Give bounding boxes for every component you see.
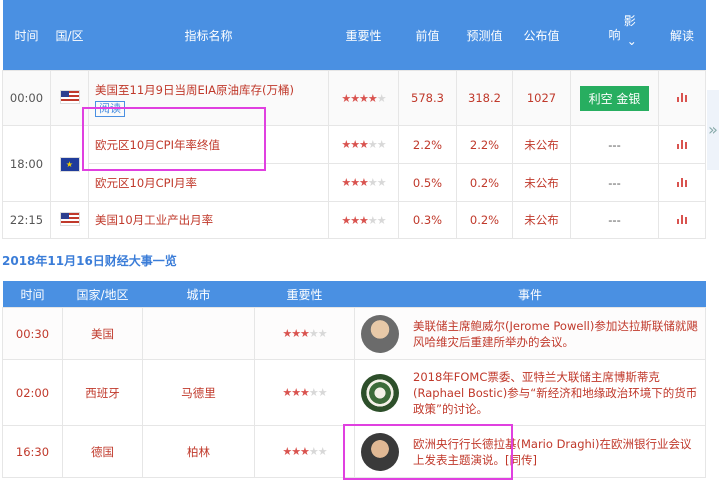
indicator-name[interactable]: 美国至11月9日当周EIA原油库存(万桶) [95,82,328,98]
header-analysis: 解读 [658,0,706,71]
chevron-down-icon[interactable]: ⌄ [627,34,637,48]
indicator-actual: 1027 [512,70,571,126]
event-time: 00:30 [2,307,63,360]
header-country: 国家/地区 [62,281,143,308]
header-name: 指标名称 [88,0,329,71]
indicator-forecast: 2.2% [456,125,513,164]
header-country: 国/区 [50,0,89,71]
indicator-forecast: 318.2 [456,70,513,126]
impact-empty: --- [570,163,659,202]
event-country: 德国 [62,425,143,478]
importance-stars: ★★★★★ [328,125,399,164]
powell-avatar [361,314,399,353]
header-actual: 公布值 [512,0,571,71]
header-time: 时间 [2,0,51,71]
event-city: 马德里 [142,359,255,426]
indicator-previous: 0.3% [398,201,457,239]
indicator-previous: 2.2% [398,125,457,164]
indicator-actual: 未公布 [512,125,571,164]
importance-stars: ★★★★★ [328,163,399,202]
indicator-time: 18:00 [2,125,51,202]
event-text: 2018年FOMC票委、亚特兰大联储主席博斯蒂克(Raphael Bostic)… [413,369,698,416]
events-header-row: 时间 国家/地区 城市 重要性 事件 [2,281,706,308]
bar-chart-icon[interactable] [677,93,687,102]
importance-stars: ★★★★★ [254,425,355,478]
highlight-box [82,107,266,171]
impact-empty: --- [570,125,659,164]
indicator-actual: 未公布 [512,163,571,202]
impact-badge[interactable]: 利空 金银 [579,85,650,111]
indicator-time: 22:15 [2,201,51,239]
event-text: 美联储主席鲍威尔(Jerome Powell)参加达拉斯联储就飓风哈维灾后重建所… [413,318,698,349]
header-importance: 重要性 [254,281,355,308]
header-event: 事件 [354,281,706,308]
header-city: 城市 [142,281,255,308]
next-page-arrow[interactable]: » [707,90,719,170]
header-importance: 重要性 [328,0,399,71]
bar-chart-icon[interactable] [677,215,687,224]
indicator-actual: 未公布 [512,201,571,239]
event-row: 02:00 西班牙 马德里 ★★★★★ 2018年FOMC票委、亚特兰大联储主席… [2,359,706,426]
event-country: 西班牙 [62,359,143,426]
event-time: 16:30 [2,425,63,478]
header-time: 时间 [2,281,63,308]
event-row: 00:30 美国 ★★★★★ 美联储主席鲍威尔(Jerome Powell)参加… [2,307,706,360]
highlight-box [343,424,513,480]
impact-empty: --- [570,201,659,239]
importance-stars: ★★★★★ [254,359,355,426]
events-section-title: 2018年11月16日财经大事一览 [2,254,177,268]
us-flag-icon [59,211,80,226]
event-city: 柏林 [142,425,255,478]
fed-seal-avatar [361,373,399,412]
importance-stars: ★★★★★ [254,307,355,360]
indicator-previous: 578.3 [398,70,457,126]
bar-chart-icon[interactable] [677,139,687,149]
event-time: 02:00 [2,359,63,426]
importance-stars: ★★★★★ [328,201,399,239]
indicator-forecast: 0.2% [456,163,513,202]
indicator-name[interactable]: 美国10月工业产出月率 [88,201,329,239]
us-flag-icon [59,89,80,104]
indicators-header-row: 时间 国/区 指标名称 重要性 前值 预测值 公布值 影 响 ⌄ 解读 [2,0,706,71]
indicator-previous: 0.5% [398,163,457,202]
header-forecast: 预测值 [456,0,513,71]
header-impact[interactable]: 影 响 ⌄ [570,0,659,71]
importance-stars: ★★★★★ [328,70,399,126]
bar-chart-icon[interactable] [677,177,687,187]
event-city [142,307,255,360]
header-previous: 前值 [398,0,457,71]
indicator-row: 22:15 美国10月工业产出月率 ★★★★★ 0.3% 0.2% 未公布 --… [2,201,706,239]
indicator-time: 00:00 [2,70,51,126]
indicator-forecast: 0.2% [456,201,513,239]
eu-flag-icon: ★ [59,156,80,172]
event-country: 美国 [62,307,143,360]
